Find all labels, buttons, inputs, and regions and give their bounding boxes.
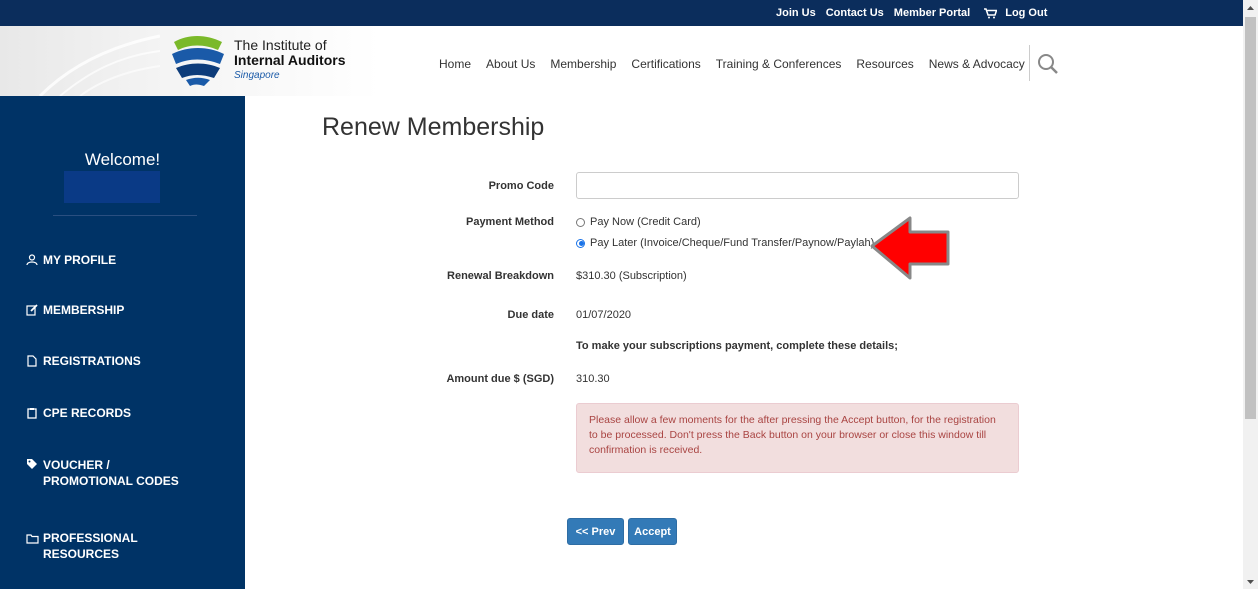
amount-due-value: 310.30 bbox=[576, 373, 610, 385]
payment-instruction: To make your subscriptions payment, comp… bbox=[576, 340, 898, 352]
tag-icon bbox=[25, 457, 39, 471]
nav-divider bbox=[1029, 45, 1030, 81]
member-portal-link[interactable]: Member Portal bbox=[894, 7, 970, 19]
payment-method-label: Payment Method bbox=[465, 216, 554, 228]
nav-home[interactable]: Home bbox=[439, 57, 471, 71]
pay-now-label: Pay Now (Credit Card) bbox=[590, 216, 701, 228]
logo-line-1: The Institute of bbox=[234, 37, 327, 53]
clipboard-icon bbox=[25, 406, 39, 420]
logo-line-3: Singapore bbox=[234, 70, 280, 81]
sidebar-item-label: MEMBERSHIP bbox=[43, 303, 125, 317]
user-icon bbox=[25, 253, 39, 267]
logo-text[interactable]: The Institute of Internal Auditors Singa… bbox=[234, 38, 346, 83]
top-bar bbox=[0, 0, 1243, 26]
log-out-link[interactable]: Log Out bbox=[1005, 7, 1047, 19]
processing-alert: Please allow a few moments for the after… bbox=[576, 403, 1019, 473]
iia-logo-icon[interactable] bbox=[170, 32, 226, 88]
scroll-down-arrow-icon[interactable] bbox=[1243, 574, 1258, 589]
contact-us-link[interactable]: Contact Us bbox=[826, 7, 884, 19]
due-date-value: 01/07/2020 bbox=[576, 309, 632, 321]
sidebar-item-label: CPE RECORDS bbox=[43, 406, 132, 420]
promo-code-input[interactable] bbox=[576, 172, 1019, 199]
main-nav: Home About Us Membership Certifications … bbox=[439, 57, 1025, 71]
nav-about-us[interactable]: About Us bbox=[486, 57, 535, 71]
pay-now-option[interactable]: Pay Now (Credit Card) bbox=[576, 216, 701, 228]
sidebar-item-label-line-2: RESOURCES bbox=[43, 547, 120, 561]
search-icon[interactable] bbox=[1036, 52, 1060, 76]
amount-due-label: Amount due $ (SGD) bbox=[446, 373, 554, 385]
pay-later-radio[interactable] bbox=[576, 238, 585, 248]
pay-later-label: Pay Later (Invoice/Cheque/Fund Transfer/… bbox=[590, 237, 875, 249]
due-date-label: Due date bbox=[507, 309, 554, 321]
nav-training-conferences[interactable]: Training & Conferences bbox=[716, 57, 842, 71]
renewal-breakdown-value: $310.30 (Subscription) bbox=[576, 270, 687, 282]
nav-certifications[interactable]: Certifications bbox=[631, 57, 700, 71]
alert-text: Please allow a few moments for the after… bbox=[589, 414, 996, 456]
scroll-up-arrow-icon[interactable] bbox=[1243, 0, 1258, 15]
page-title: Renew Membership bbox=[322, 113, 545, 141]
nav-resources[interactable]: Resources bbox=[856, 57, 913, 71]
scrollbar-thumb[interactable] bbox=[1245, 17, 1256, 419]
renewal-breakdown-label: Renewal Breakdown bbox=[447, 270, 554, 282]
cart-icon[interactable] bbox=[984, 7, 998, 19]
edit-icon bbox=[25, 303, 39, 317]
sidebar-item-label: REGISTRATIONS bbox=[43, 354, 141, 368]
sidebar-item-label-line-1: PROFESSIONAL bbox=[43, 531, 138, 545]
file-icon bbox=[25, 354, 39, 368]
pay-now-radio[interactable] bbox=[576, 217, 585, 227]
sidebar-divider bbox=[53, 215, 197, 216]
top-links: Join Us Contact Us Member Portal Log Out bbox=[776, 0, 1047, 26]
red-arrow-annotation bbox=[870, 216, 950, 280]
pay-later-option[interactable]: Pay Later (Invoice/Cheque/Fund Transfer/… bbox=[576, 237, 874, 249]
welcome-heading: Welcome! bbox=[84, 150, 161, 169]
promo-code-label: Promo Code bbox=[488, 180, 554, 192]
sidebar-item-label-line-2: PROMOTIONAL CODES bbox=[43, 474, 179, 488]
nav-news-advocacy[interactable]: News & Advocacy bbox=[929, 57, 1025, 71]
user-name-box bbox=[64, 171, 160, 203]
logo-line-2: Internal Auditors bbox=[234, 52, 346, 68]
folder-icon bbox=[25, 531, 39, 545]
prev-button[interactable]: << Prev bbox=[567, 518, 624, 545]
sidebar-item-label-line-1: VOUCHER / bbox=[43, 458, 110, 472]
sidebar-item-label: MY PROFILE bbox=[43, 253, 117, 267]
accept-button[interactable]: Accept bbox=[628, 518, 677, 545]
nav-membership[interactable]: Membership bbox=[550, 57, 616, 71]
join-us-link[interactable]: Join Us bbox=[776, 7, 816, 19]
